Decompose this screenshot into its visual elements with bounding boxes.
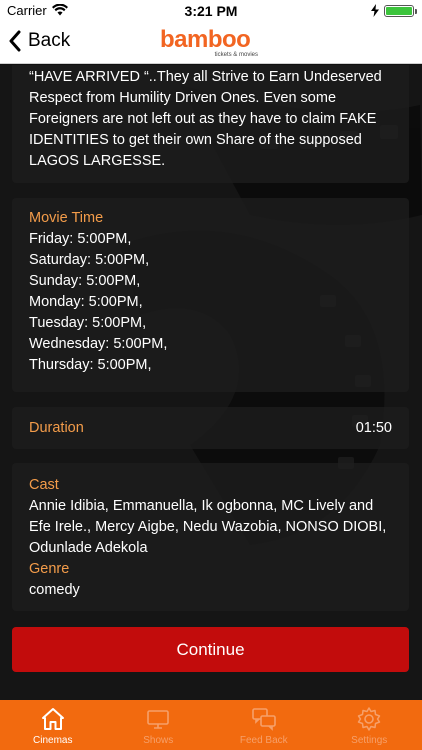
cast-genre-card: Cast Annie Idibia, Emmanuella, Ik ogbonn… <box>12 463 409 611</box>
duration-card: Duration 01:50 <box>12 407 409 449</box>
nav-bar: Back bamboo tickets & movies <box>0 22 422 64</box>
cast-value: Annie Idibia, Emmanuella, Ik ogbonna, MC… <box>29 498 387 556</box>
cast-label: Cast <box>29 477 59 493</box>
showtime-row: Monday: 5:00PM, <box>29 294 143 310</box>
tab-cinemas[interactable]: Cinemas <box>0 700 106 750</box>
logo-text: bamboo <box>160 26 251 53</box>
tab-shows[interactable]: Shows <box>106 700 212 750</box>
movie-time-card: Movie Time Friday: 5:00PM, Saturday: 5:0… <box>12 198 409 392</box>
tab-settings[interactable]: Settings <box>317 700 422 750</box>
tv-icon <box>147 710 170 729</box>
description-card: “HAVE ARRIVED “..They all Strive to Earn… <box>12 65 409 183</box>
tab-label: Feed Back <box>239 735 288 746</box>
back-label: Back <box>28 30 71 51</box>
status-bar: Carrier 3:21 PM <box>0 0 422 22</box>
genre-value: comedy <box>29 582 80 598</box>
tab-label: Shows <box>143 735 174 746</box>
duration-value: 01:50 <box>355 419 392 436</box>
genre-label: Genre <box>29 561 70 577</box>
movie-time-label: Movie Time <box>29 210 104 226</box>
chevron-left-icon <box>9 30 21 52</box>
tab-bar: Cinemas Shows Feed Back Settings <box>0 700 422 750</box>
battery-icon <box>384 5 417 17</box>
bamboo-logo: bamboo tickets & movies <box>160 28 264 62</box>
gear-icon <box>358 707 381 731</box>
chat-bubbles-icon <box>251 708 276 731</box>
showtime-row: Saturday: 5:00PM, <box>29 252 150 268</box>
showtime-row: Wednesday: 5:00PM, <box>29 336 168 352</box>
back-button[interactable]: Back <box>8 30 70 52</box>
showtime-row: Friday: 5:00PM, <box>29 231 132 247</box>
showtime-row: Thursday: 5:00PM, <box>29 357 152 373</box>
clock: 3:21 PM <box>184 3 238 19</box>
home-icon <box>41 708 64 730</box>
tab-label: Cinemas <box>33 735 73 746</box>
tab-label: Settings <box>351 735 388 746</box>
charging-icon <box>371 4 379 17</box>
showtime-row: Sunday: 5:00PM, <box>29 273 141 289</box>
movie-details-content[interactable]: “HAVE ARRIVED “..They all Strive to Earn… <box>0 65 422 700</box>
showtime-row: Tuesday: 5:00PM, <box>29 315 147 331</box>
tab-feedback[interactable]: Feed Back <box>211 700 317 750</box>
continue-button[interactable]: Continue <box>12 627 409 672</box>
movie-description: “HAVE ARRIVED “..They all Strive to Earn… <box>29 69 382 169</box>
duration-label: Duration <box>29 419 84 436</box>
logo-tagline: tickets & movies <box>214 52 258 58</box>
